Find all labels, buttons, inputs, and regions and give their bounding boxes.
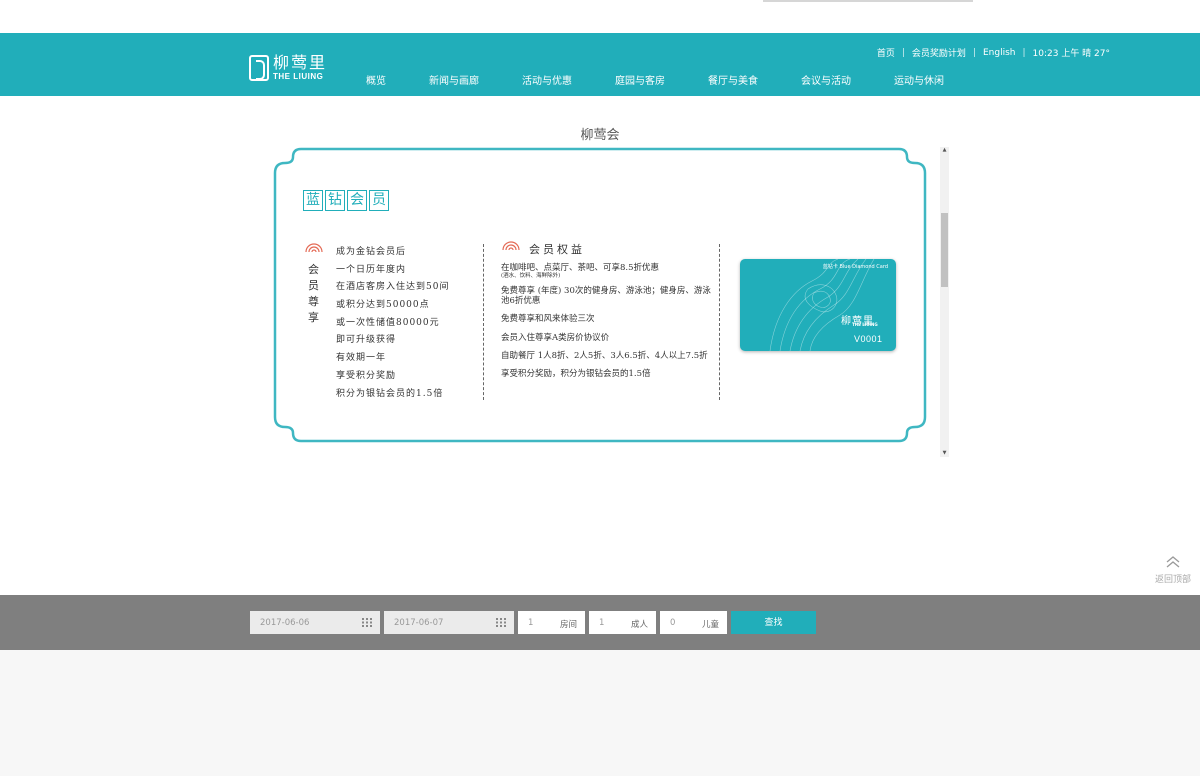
condition-item: 或一次性储值80000元	[336, 317, 440, 328]
chevron-up-icon	[1166, 556, 1180, 568]
adults-field[interactable]: 1 成人	[589, 611, 656, 634]
nav-item-leisure[interactable]: 运动与休闲	[894, 72, 944, 87]
heading-char: 蓝	[303, 190, 323, 211]
footer-area	[0, 650, 1200, 776]
card-brand-en: THE LIUING	[852, 322, 878, 327]
upgrade-conditions: 成为金钻会员后 一个日历年度内 在酒店客房入住达到50间 或积分达到50000点…	[336, 244, 449, 403]
benefit-text: 在咖啡吧、点菜厅、茶吧、可享8.5折优惠	[501, 263, 660, 273]
page-title: 柳莺会	[580, 128, 620, 143]
main-nav: 概览 新闻与画廊 活动与优惠 庭园与客房 餐厅与美食 会议与活动 运动与休闲	[366, 72, 944, 87]
separator: |	[972, 47, 976, 58]
rooms-field[interactable]: 1 房间	[518, 611, 585, 634]
card-label: 蓝钻卡 Blue Diamond Card	[822, 264, 888, 270]
ripple-icon	[502, 241, 520, 250]
scroll-down-icon[interactable]: ▼	[941, 450, 948, 457]
calendar-icon[interactable]	[496, 618, 506, 627]
nav-item-rooms[interactable]: 庭园与客房	[615, 72, 665, 87]
logo-name-en: THE LIUING	[273, 72, 324, 81]
condition-item: 一个日历年度内	[336, 264, 407, 275]
heading-char: 会	[347, 190, 367, 211]
condition-item: 即可升级获得	[336, 335, 397, 346]
column-divider	[483, 244, 484, 400]
separator: |	[901, 47, 905, 58]
column-divider	[719, 244, 720, 400]
benefits-title: 会员权益	[529, 243, 585, 256]
site-header: 柳莺里 THE LIUING 首页 | 会员奖励计划 | English | 1…	[0, 33, 1200, 96]
children-unit: 儿童	[701, 620, 719, 630]
heading-char: 钻	[325, 190, 345, 211]
adults-unit: 成人	[630, 620, 648, 630]
separator: |	[1022, 47, 1026, 58]
card-number: V0001	[854, 334, 883, 344]
benefit-item: 免费尊享 (年度) 30次的健身房、游泳池；健身房、游泳池6折优惠	[501, 286, 711, 306]
benefit-item: 自助餐厅 1人8折、2人5折、3人6.5折、4人以上7.5折	[501, 351, 708, 361]
benefits-list: 在咖啡吧、点菜厅、茶吧、可享8.5折优惠 (酒水、饮料、海鲜除外) 免费尊享 (…	[501, 263, 711, 385]
search-button[interactable]: 查找	[731, 611, 816, 634]
rooms-value: 1	[528, 618, 534, 628]
content-scrollbar[interactable]: ▲ ▼	[940, 147, 949, 457]
condition-item: 有效期一年	[336, 353, 387, 364]
utility-links: 首页 | 会员奖励计划 | English | 10:23 上午 晴 27°	[877, 46, 1110, 60]
logo-name-cn: 柳莺里	[273, 53, 328, 72]
util-link-english[interactable]: English	[983, 48, 1016, 58]
blue-diamond-card-image: 蓝钻卡 Blue Diamond Card 柳莺里 THE LIUING V00…	[740, 259, 896, 351]
logo[interactable]: 柳莺里 THE LIUING	[249, 54, 327, 82]
benefit-item: 在咖啡吧、点菜厅、茶吧、可享8.5折优惠 (酒水、饮料、海鲜除外)	[501, 263, 711, 280]
nav-item-offers[interactable]: 活动与优惠	[522, 72, 572, 87]
checkout-date-field[interactable]: 2017-06-07	[384, 611, 514, 634]
condition-item: 或积分达到50000点	[336, 300, 430, 311]
nav-item-overview[interactable]: 概览	[366, 72, 386, 87]
back-to-top-button[interactable]: 返回顶部	[1155, 553, 1191, 585]
back-to-top-label: 返回顶部	[1155, 575, 1192, 585]
checkin-date-field[interactable]: 2017-06-06	[250, 611, 380, 634]
checkin-date: 2017-06-06	[260, 618, 310, 628]
time-weather: 10:23 上午 晴 27°	[1032, 49, 1110, 59]
nav-item-dining[interactable]: 餐厅与美食	[708, 72, 758, 87]
ripple-icon	[305, 243, 323, 252]
util-link-rewards[interactable]: 会员奖励计划	[912, 46, 966, 59]
benefit-note: (酒水、饮料、海鲜除外)	[501, 273, 561, 279]
benefit-item: 享受积分奖励，积分为银钻会员的1.5倍	[501, 369, 651, 379]
children-field[interactable]: 0 儿童	[660, 611, 727, 634]
nav-item-meetings[interactable]: 会议与活动	[801, 72, 851, 87]
calendar-icon[interactable]	[362, 618, 372, 627]
condition-item: 积分为银钻会员的1.5倍	[336, 388, 444, 399]
scroll-thumb[interactable]	[941, 213, 948, 287]
condition-item: 成为金钻会员后	[336, 247, 407, 257]
booking-bar: 2017-06-06 2017-06-07 1 房间 1 成人 0 儿童 查找	[0, 595, 1200, 650]
util-link-home[interactable]: 首页	[877, 46, 895, 59]
benefit-item: 会员入住尊享A类房价协议价	[501, 333, 610, 343]
checkout-date: 2017-06-07	[394, 618, 444, 628]
rooms-unit: 房间	[559, 620, 577, 630]
condition-item: 享受积分奖励	[336, 370, 397, 381]
benefits-vertical-title: 会员尊享	[308, 263, 319, 324]
nav-item-news[interactable]: 新闻与画廊	[429, 72, 479, 87]
scroll-up-icon[interactable]: ▲	[941, 147, 948, 154]
top-shadow	[763, 0, 973, 2]
condition-item: 在酒店客房入住达到50间	[336, 282, 450, 293]
children-value: 0	[670, 618, 676, 628]
benefit-item: 免费尊享和风来体验三次	[501, 314, 595, 324]
heading-char: 员	[369, 190, 389, 211]
membership-heading: 蓝 钻 会 员	[303, 190, 389, 211]
adults-value: 1	[599, 618, 605, 628]
logo-icon	[249, 55, 269, 81]
